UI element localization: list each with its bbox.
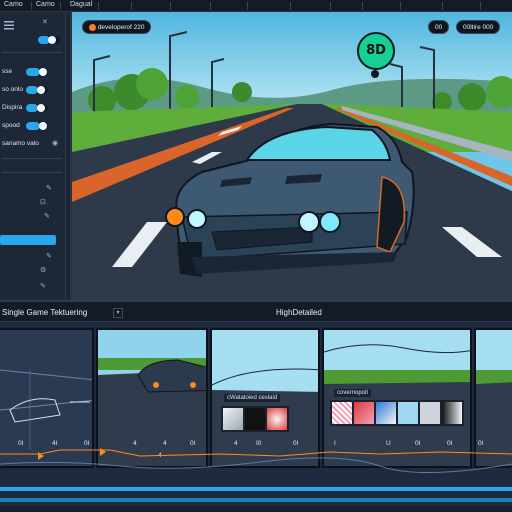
divider (2, 158, 62, 159)
panel-row-label: so onlo (2, 86, 23, 93)
edit-icon[interactable]: ✎ (46, 252, 52, 260)
menu-divider (210, 2, 211, 10)
menu-bar: Camo Camo Dagual (0, 0, 512, 12)
texture-strip-label: cWatatoied ceslaid (224, 394, 281, 402)
panel-row[interactable]: so onlo (0, 84, 64, 98)
texture-toolbar: Single Game Tektuering ▾ HighDetailed (0, 300, 512, 322)
menu-divider (362, 2, 363, 10)
toggle-switch[interactable] (38, 36, 60, 44)
toggle-icon[interactable]: ◉ (52, 139, 58, 147)
timeline-track-bar[interactable] (0, 487, 512, 491)
menu-divider (442, 2, 443, 10)
panel-row-label: spood (2, 122, 20, 129)
menu-divider (170, 2, 171, 10)
panel-row-label: Dispira (2, 104, 23, 111)
texture-swatch[interactable] (398, 402, 418, 424)
fps-tag: 00 (428, 20, 450, 34)
panel-row[interactable]: sanamo valo ◉ (0, 138, 64, 152)
chevron-down-icon[interactable]: ▾ (113, 308, 123, 318)
menu-divider (60, 2, 61, 10)
close-icon[interactable]: ✕ (42, 18, 48, 26)
texture-swatch[interactable] (354, 402, 374, 424)
menu-divider (330, 2, 331, 10)
edit-icon[interactable]: ✎ (40, 282, 46, 290)
texture-swatch[interactable] (420, 402, 440, 424)
selected-field[interactable] (0, 235, 56, 245)
menu-divider (98, 2, 99, 10)
toggle-switch[interactable] (26, 104, 48, 112)
edit-icon[interactable]: ✎ (44, 212, 50, 220)
divider (2, 172, 62, 173)
panel-row-label: sanamo valo (2, 140, 39, 147)
badge-pointer (371, 70, 379, 78)
texture-swatch[interactable] (332, 402, 352, 424)
timeline-panel: cWatatoied ceslaid covernopoit 0I 4I 0I … (0, 322, 512, 512)
panel-row[interactable] (0, 34, 64, 48)
properties-panel: ✕ sse so onlo Dispira spood sanamo valo … (0, 12, 66, 300)
texture-strip[interactable] (221, 406, 289, 432)
menu-divider (247, 2, 248, 10)
panel-row[interactable]: spood (0, 120, 64, 134)
menu-divider (31, 2, 32, 10)
divider (2, 52, 62, 53)
toggle-switch[interactable] (26, 68, 48, 76)
lock-icon[interactable]: ⊡ (40, 198, 46, 206)
texture-swatch[interactable] (267, 408, 287, 430)
menu-divider (480, 2, 481, 10)
menu-icon[interactable] (4, 20, 16, 30)
texture-swatch[interactable] (376, 402, 396, 424)
panel-row[interactable]: sse (0, 66, 64, 80)
texture-swatch[interactable] (442, 402, 462, 424)
menu-divider (290, 2, 291, 10)
project-name-tag[interactable]: developerof 220 (82, 20, 152, 34)
menu-divider (400, 2, 401, 10)
detail-level-label[interactable]: HighDetailed (276, 308, 322, 317)
menu-item-2[interactable]: Camo (36, 1, 55, 8)
view-mode-badge[interactable]: 8D (357, 32, 395, 70)
stats-tag: 00ltire 000 (456, 20, 501, 34)
edit-icon[interactable]: ✎ (46, 184, 52, 192)
timeline-track-bar[interactable] (0, 498, 512, 502)
menu-divider (131, 2, 132, 10)
toggle-switch[interactable] (26, 86, 48, 94)
texture-swatch[interactable] (245, 408, 265, 430)
texture-strip[interactable] (330, 400, 464, 426)
texture-strip-label: covernopoit (334, 389, 372, 397)
toggle-switch[interactable] (26, 122, 48, 130)
panel-row-label: sse (2, 68, 13, 75)
recording-icon (89, 24, 96, 31)
scene-render (72, 12, 512, 300)
gear-icon[interactable]: ⚙ (40, 266, 46, 274)
texture-swatch[interactable] (223, 408, 243, 430)
toolbar-title: Single Game Tektuering (2, 308, 88, 317)
menu-item-3[interactable]: Dagual (70, 1, 92, 8)
menu-item-1[interactable]: Camo (4, 1, 23, 8)
panel-row[interactable]: Dispira (0, 102, 64, 116)
project-name: developerof 220 (97, 24, 145, 32)
curve-track[interactable] (0, 442, 512, 502)
game-viewport[interactable]: developerof 220 8D 00 00ltire 000 (70, 12, 512, 300)
timeline-scrollbar[interactable] (0, 506, 512, 512)
